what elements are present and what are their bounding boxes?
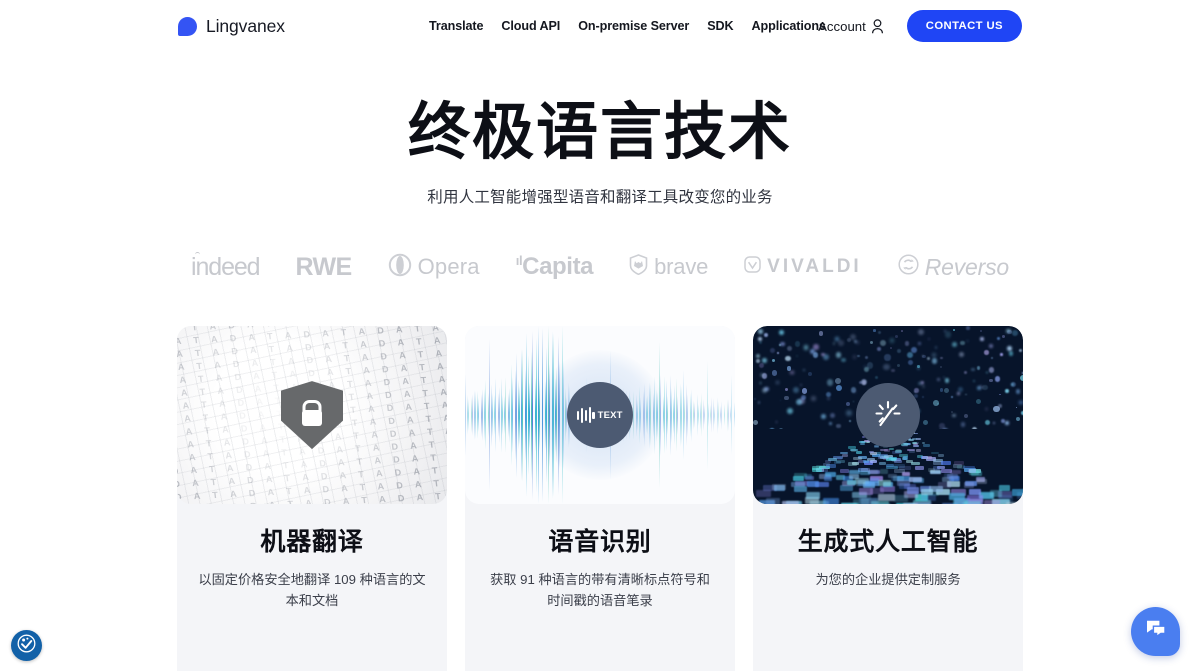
logo-opera: Opera: [388, 253, 480, 282]
logo-brave-label: brave: [654, 254, 708, 280]
audio-to-text-icon: TEXT: [567, 382, 633, 448]
card-title: 机器翻译: [197, 522, 427, 558]
card-media-waveform: TEXT: [465, 326, 735, 504]
card-speech-recognition[interactable]: TEXT 语音识别 获取 91 种语言的带有清晰标点符号和时间戳的语音笔录: [465, 326, 735, 671]
accessibility-icon: [17, 634, 36, 658]
brand-logo[interactable]: Lingvanex: [178, 16, 285, 37]
card-generative-ai[interactable]: 生成式人工智能 为您的企业提供定制服务: [753, 326, 1023, 671]
card-description: 获取 91 种语言的带有清晰标点符号和时间戳的语音笔录: [485, 570, 715, 611]
audio-bars-icon: [577, 407, 594, 423]
logo-reverso: Reverso: [898, 254, 1009, 281]
hero-subtitle: 利用人工智能增强型语音和翻译工具改变您的业务: [0, 185, 1200, 207]
chat-bubble-icon: [1144, 617, 1168, 646]
brand-name: Lingvanex: [206, 16, 285, 37]
logo-vivaldi: VIVALDI: [744, 256, 862, 278]
card-machine-translation[interactable]: D A T A D A T A D A T A D A T A D A T A …: [177, 326, 447, 671]
contact-us-button[interactable]: CONTACT US: [907, 10, 1022, 42]
account-link[interactable]: Account: [818, 19, 884, 34]
card-media-data-grid: D A T A D A T A D A T A D A T A D A T A …: [177, 326, 447, 504]
magic-wand-icon: [856, 383, 920, 447]
nav-item-sdk[interactable]: SDK: [707, 19, 733, 33]
accessibility-widget-button[interactable]: [11, 630, 42, 661]
logo-indeed: indeed: [191, 253, 259, 282]
logo-vivaldi-label: VIVALDI: [767, 256, 862, 278]
logo-reverso-label: Reverso: [925, 254, 1009, 281]
site-header: Lingvanex Translate Cloud API On-premise…: [0, 0, 1200, 52]
card-description: 以固定价格安全地翻译 109 种语言的文本和文档: [197, 570, 427, 611]
card-title: 生成式人工智能: [773, 522, 1003, 558]
nav-item-cloud-api[interactable]: Cloud API: [501, 19, 560, 33]
card-title: 语音识别: [485, 522, 715, 558]
logo-rwe: RWE: [296, 253, 352, 282]
logo-indeed-label: indeed: [191, 253, 259, 281]
primary-nav: Translate Cloud API On-premise Server SD…: [429, 0, 826, 52]
logo-capita: ılCapita: [516, 253, 593, 281]
client-logo-strip: indeed RWE Opera ılCapita brave VIVALDI …: [0, 250, 1200, 284]
reverso-circle-arrows-icon: [898, 254, 919, 280]
card-description: 为您的企业提供定制服务: [773, 570, 1003, 590]
nav-item-on-premise-server[interactable]: On-premise Server: [578, 19, 689, 33]
brave-lion-icon: [629, 254, 648, 280]
logo-opera-label: Opera: [418, 254, 480, 280]
chat-widget-button[interactable]: [1131, 607, 1180, 656]
nav-item-translate[interactable]: Translate: [429, 19, 483, 33]
vivaldi-shield-icon: [744, 256, 761, 278]
feature-cards: D A T A D A T A D A T A D A T A D A T A …: [0, 326, 1200, 671]
card-media-digital-landscape: [753, 326, 1023, 504]
logo-capita-label: ılCapita: [516, 253, 593, 281]
page-title: 终极语言技术: [0, 96, 1200, 169]
indeed-dot-icon: [195, 252, 200, 257]
logo-rwe-label: RWE: [296, 253, 352, 282]
user-icon: [871, 19, 884, 34]
nav-item-applications[interactable]: Applications: [752, 19, 826, 33]
account-label: Account: [818, 19, 866, 34]
opera-o-icon: [388, 253, 412, 282]
hero-section: 终极语言技术 利用人工智能增强型语音和翻译工具改变您的业务: [0, 52, 1200, 207]
text-badge-label: TEXT: [598, 410, 623, 421]
logo-brave: brave: [629, 254, 708, 280]
droplet-logo-icon: [178, 17, 197, 36]
header-actions: Account CONTACT US: [818, 0, 1022, 52]
